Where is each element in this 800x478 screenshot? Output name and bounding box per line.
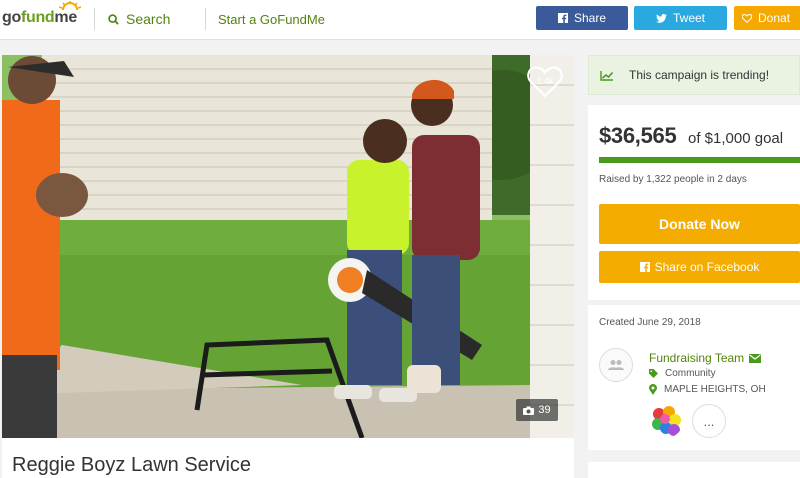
location-row: MAPLE HEIGHTS, OH: [649, 384, 766, 395]
facebook-share-button[interactable]: Share: [536, 6, 628, 30]
progress-bar-fill: [599, 157, 800, 163]
tag-icon: [649, 369, 658, 378]
created-date: Created June 29, 2018: [599, 317, 701, 328]
donate-now-button[interactable]: Donate Now: [599, 204, 800, 244]
location-pin-icon: [649, 384, 657, 395]
top-navigation-bar: gofundme Search Start a GoFundMe Share T…: [0, 0, 800, 40]
raised-by-text: Raised by 1,322 people in 2 days: [599, 174, 747, 185]
search-label: Search: [126, 11, 171, 27]
campaign-photo-illustration: [2, 55, 574, 438]
team-avatar[interactable]: [599, 348, 633, 382]
heart-icon: [742, 13, 752, 23]
category-row[interactable]: Community: [649, 368, 716, 379]
search-link[interactable]: Search: [108, 11, 170, 27]
campaign-title: Reggie Boyz Lawn Service: [12, 454, 252, 476]
donation-card: $36,565 of $1,000 goal Raised by 1,322 p…: [588, 105, 800, 300]
photo-gallery-button[interactable]: 39: [516, 399, 558, 421]
favorite-heart-button[interactable]: 1.4k: [527, 65, 563, 99]
next-card: [588, 462, 800, 478]
donate-label: Donat: [758, 11, 791, 25]
twitter-icon: [656, 13, 667, 23]
header-divider: [205, 8, 206, 30]
rainbow-hearts-avatar-image: [652, 406, 681, 436]
location-label: MAPLE HEIGHTS, OH: [664, 384, 766, 395]
share-label: Share: [573, 11, 607, 25]
twitter-tweet-button[interactable]: Tweet: [634, 6, 727, 30]
share-on-facebook-button[interactable]: Share on Facebook: [599, 251, 800, 283]
envelope-icon: [749, 353, 762, 363]
amount-raised: $36,565: [599, 123, 677, 148]
sun-logo-icon: [59, 1, 81, 11]
facebook-icon: [639, 262, 650, 272]
progress-bar: [599, 157, 800, 163]
search-icon: [108, 13, 119, 25]
gofundme-logo[interactable]: gofundme: [2, 1, 81, 31]
campaign-photo[interactable]: 1.4k 39: [2, 55, 574, 438]
photo-count-value: 39: [538, 404, 551, 416]
header-divider: [94, 8, 95, 30]
more-team-members-button[interactable]: ...: [692, 404, 726, 438]
fundraising-team-link[interactable]: Fundraising Team: [649, 351, 762, 365]
header-donate-button[interactable]: Donat: [734, 6, 800, 30]
category-label: Community: [665, 368, 716, 379]
trending-banner: This campaign is trending!: [588, 55, 800, 95]
goal-text: of $1,000 goal: [688, 130, 784, 147]
team-member-avatar[interactable]: [649, 404, 683, 438]
tweet-label: Tweet: [672, 11, 705, 25]
team-name-label: Fundraising Team: [649, 351, 745, 365]
facebook-icon: [557, 13, 568, 23]
campaign-info-card: Created June 29, 2018 Fundraising Team C…: [588, 305, 800, 450]
camera-icon: [523, 406, 535, 415]
users-icon: [608, 360, 624, 370]
trending-text: This campaign is trending!: [629, 68, 770, 82]
trend-chart-icon: [600, 70, 614, 81]
start-gofundme-link[interactable]: Start a GoFundMe: [218, 12, 325, 27]
share-on-facebook-label: Share on Facebook: [654, 260, 760, 274]
campaign-title-bar: Reggie Boyz Lawn Service: [2, 438, 574, 478]
heart-count: 1.4k: [536, 76, 554, 86]
